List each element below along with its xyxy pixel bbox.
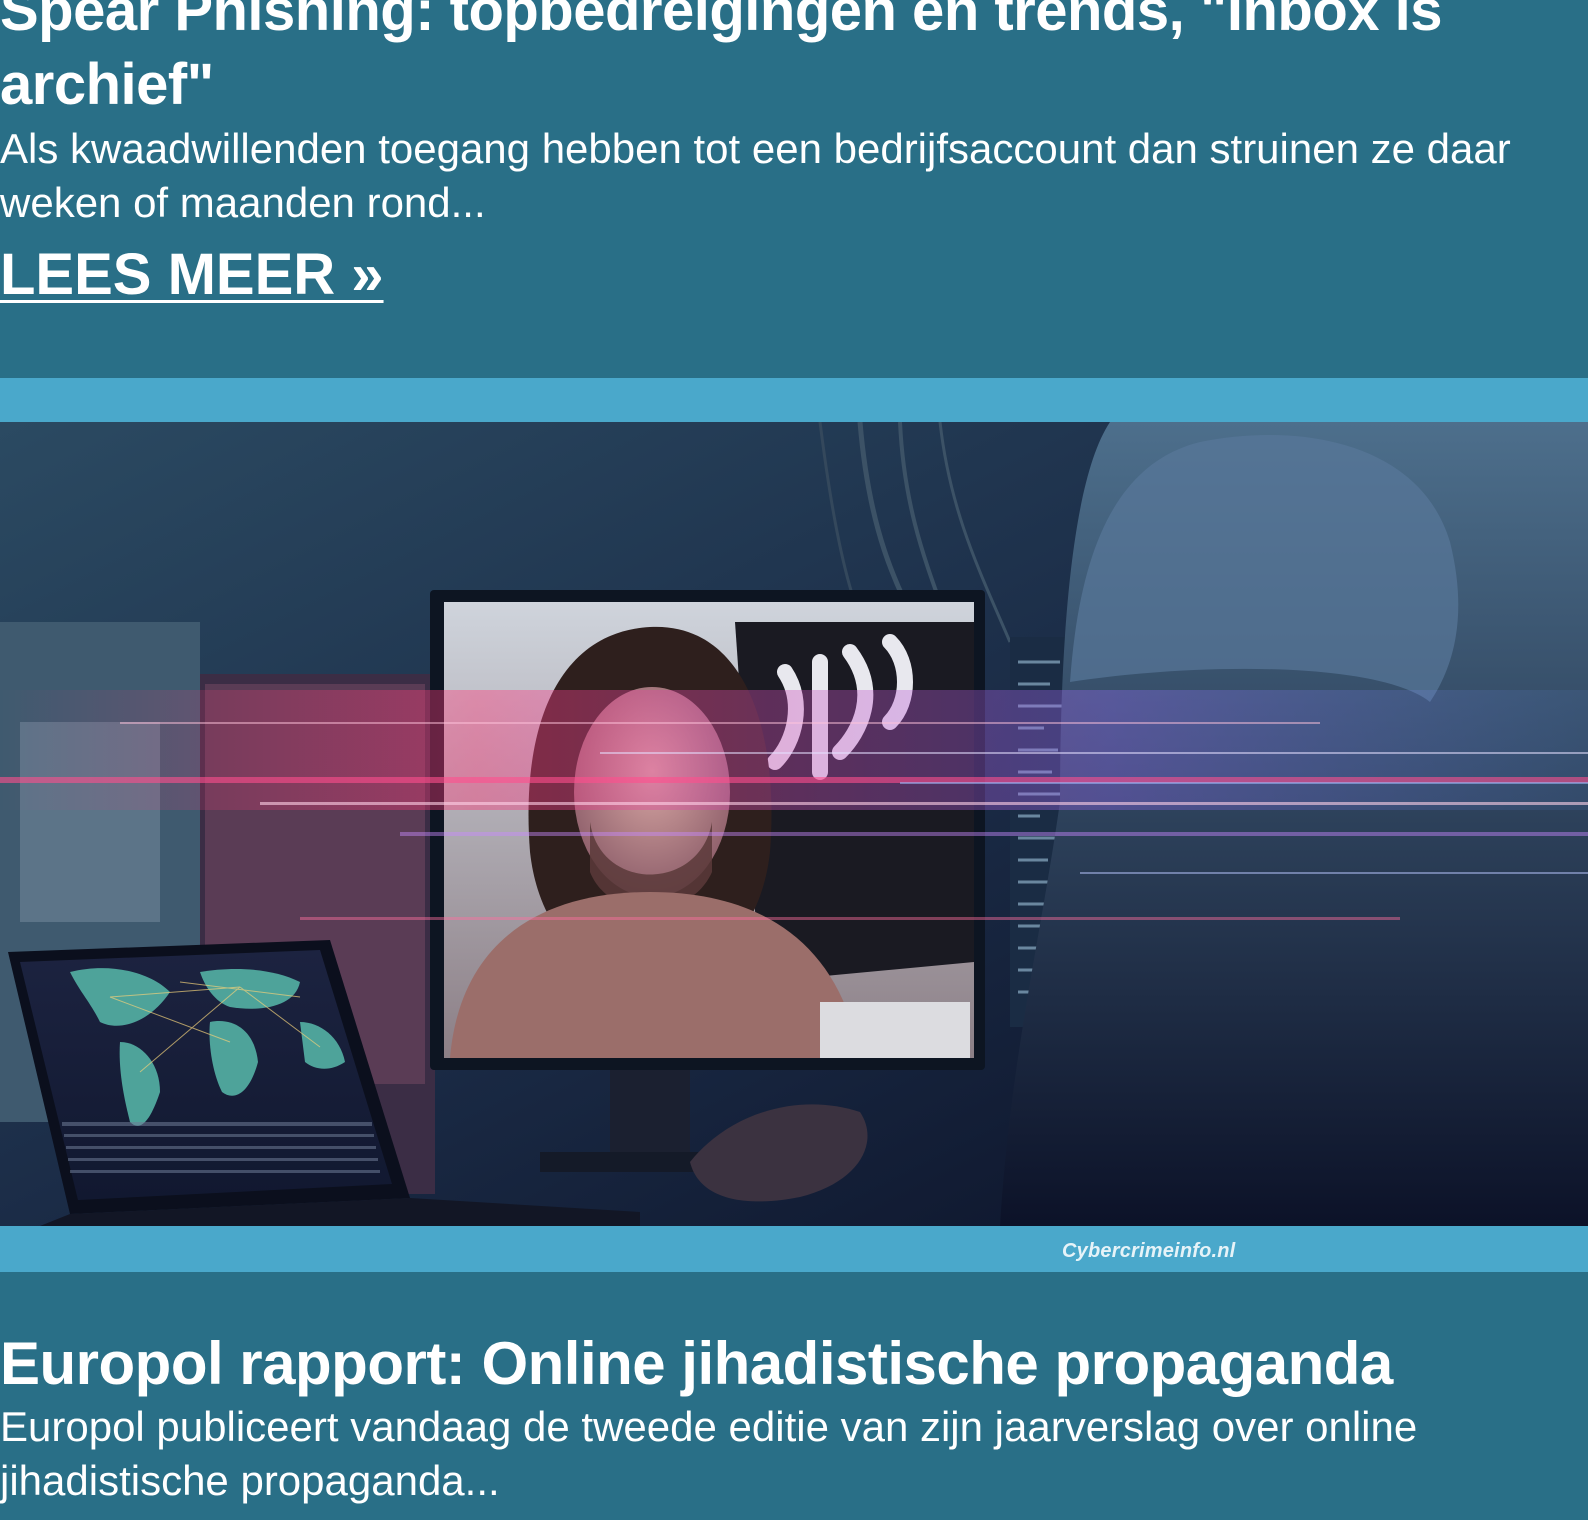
article-title[interactable]: Europol rapport: Online jihadistische pr… bbox=[0, 1328, 1588, 1400]
article-spear-phishing: Spear Phishing: topbedreigingen en trend… bbox=[0, 0, 1588, 308]
article-excerpt: Als kwaadwillenden toegang hebben tot ee… bbox=[0, 125, 1511, 226]
featured-image-card[interactable]: Cybercrimeinfo.nl bbox=[0, 378, 1588, 1272]
article-title[interactable]: Spear Phishing: topbedreigingen en trend… bbox=[0, 0, 1588, 122]
article-excerpt: Europol publiceert vandaag de tweede edi… bbox=[0, 1403, 1418, 1504]
read-more-link[interactable]: LEES MEER » bbox=[0, 242, 384, 308]
featured-image[interactable] bbox=[0, 422, 1588, 1226]
article-europol: Europol rapport: Online jihadistische pr… bbox=[0, 1328, 1588, 1508]
image-watermark: Cybercrimeinfo.nl bbox=[1062, 1240, 1236, 1262]
